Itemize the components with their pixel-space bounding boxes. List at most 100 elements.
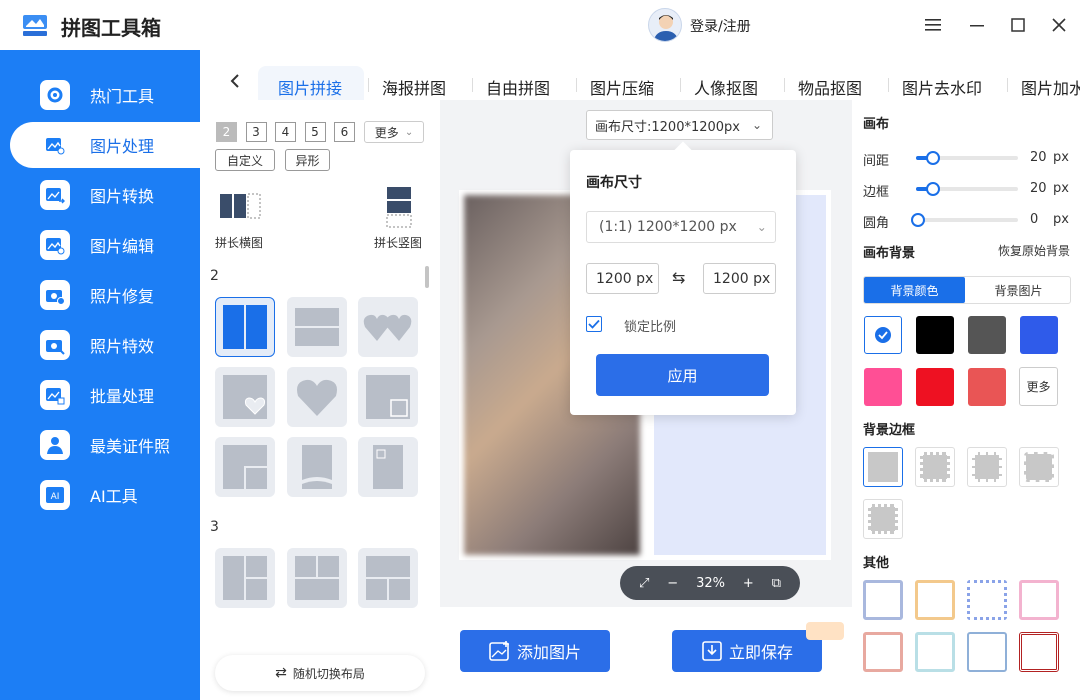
menu-icon[interactable] [921,13,945,37]
color-swatch[interactable] [1020,316,1058,354]
frame-style-6[interactable] [915,632,955,672]
frame-style-1[interactable] [863,580,903,620]
border-style-stamp[interactable] [915,447,955,487]
color-swatch[interactable] [864,368,902,406]
layout-heart-corner[interactable] [215,367,275,427]
sidebar-item-7[interactable]: 最美证件照 [10,422,200,468]
tab-7[interactable]: 图片加水 [1021,75,1080,99]
long-vertical-label[interactable]: 拼长竖图 [374,234,422,251]
zoom-out-icon[interactable]: − [667,576,678,591]
layout-l-shape[interactable] [215,437,275,497]
save-button[interactable]: 立即保存 [672,630,822,672]
preset-select[interactable]: (1:1) 1200*1200 px ⌄ [586,211,776,243]
long-horizontal-icon[interactable] [219,193,261,223]
minimize-icon[interactable] [965,13,989,37]
border-style-plain[interactable] [863,447,903,487]
slider-knob[interactable] [926,151,940,165]
layout-three-c[interactable] [358,548,418,608]
scrollbar[interactable] [425,266,429,288]
frame-style-2[interactable] [915,580,955,620]
image-count-4[interactable]: 4 [275,122,296,142]
tab-5[interactable]: 物品抠图 [798,75,862,99]
color-swatch[interactable] [864,316,902,354]
canvas-size-label: 画布尺寸:1200*1200px [595,119,740,135]
height-input[interactable] [703,263,776,294]
image-count-2[interactable]: 2 [216,122,237,142]
tab-2[interactable]: 自由拼图 [486,75,550,99]
maximize-icon[interactable] [1006,13,1030,37]
tab-separator [576,78,577,92]
frame-style-8[interactable] [1019,632,1059,672]
width-input[interactable] [586,263,659,294]
layout-hearts[interactable] [358,297,418,357]
long-vertical-icon[interactable] [386,186,412,232]
frame-style-4[interactable] [1019,580,1059,620]
custom-button[interactable]: 自定义 [215,149,275,171]
color-swatch[interactable] [968,368,1006,406]
tab-1[interactable]: 海报拼图 [382,75,446,99]
add-image-button[interactable]: 添加图片 [460,630,610,672]
layout-three-a[interactable] [215,548,275,608]
sidebar-item-0[interactable]: 热门工具 [10,72,200,118]
color-swatch[interactable] [916,368,954,406]
frame-style-5[interactable] [863,632,903,672]
sidebar-item-3[interactable]: 图片编辑 [10,222,200,268]
layout-tall-inset[interactable] [358,437,418,497]
more-colors-button[interactable]: 更多 [1019,367,1058,406]
apply-button[interactable]: 应用 [596,354,769,396]
zoom-in-icon[interactable]: + [743,576,754,591]
close-icon[interactable] [1047,13,1071,37]
check-icon [588,319,600,329]
slider-knob[interactable] [911,213,925,227]
tab-0[interactable]: 图片拼接 [278,75,342,99]
tab-bg-color[interactable]: 背景颜色 [864,277,965,303]
swap-icon[interactable]: ⇆ [672,268,685,287]
layout-square-inset[interactable] [358,367,418,427]
layout-three-b[interactable] [287,548,347,608]
border-style-zigzag[interactable] [967,447,1007,487]
tab-bg-image[interactable]: 背景图片 [967,277,1070,303]
slider-track[interactable] [916,218,1018,222]
layout-two-rows[interactable] [287,297,347,357]
back-icon[interactable] [220,66,250,96]
color-swatch[interactable] [968,316,1006,354]
image-count-5[interactable]: 5 [304,122,326,142]
random-layout-button[interactable]: ⇄ 随机切换布局 [215,655,425,691]
image-count-6[interactable]: 6 [334,122,355,142]
tab-6[interactable]: 图片去水印 [902,75,982,99]
sidebar-item-6[interactable]: 批量处理 [10,372,200,418]
long-horizontal-label[interactable]: 拼长横图 [215,234,263,251]
layout-two-columns[interactable] [215,297,275,357]
tab-3[interactable]: 图片压缩 [590,75,654,99]
slider-knob[interactable] [926,182,940,196]
slider-value: 20 [1030,181,1047,196]
login-link[interactable]: 登录/注册 [690,16,751,36]
tab-4[interactable]: 人像抠图 [694,75,758,99]
section-2-label: 2 [210,268,219,284]
lock-ratio-checkbox[interactable] [586,316,602,332]
frame-style-7[interactable] [967,632,1007,672]
layout-curve[interactable] [287,437,347,497]
layout-heart[interactable] [287,367,347,427]
border-style-wave[interactable] [1019,447,1059,487]
sidebar-item-8[interactable]: AI AI工具 [10,472,200,518]
sidebar-item-4[interactable]: 照片修复 [10,272,200,318]
more-counts-dropdown[interactable]: 更多 ⌄ [364,121,424,143]
sidebar-item-2[interactable]: 图片转换 [10,172,200,218]
frame-style-3[interactable] [967,580,1007,620]
color-swatch[interactable] [916,316,954,354]
batch-icon [40,380,70,410]
avatar[interactable] [648,8,682,42]
image-count-3[interactable]: 3 [245,122,267,142]
lock-ratio-label: 锁定比例 [624,320,677,335]
sidebar-item-1[interactable]: 图片处理 [10,122,200,168]
sidebar-item-5[interactable]: 照片特效 [10,322,200,368]
app-logo-icon [23,15,47,36]
fullscreen-icon[interactable]: ⧉ [772,576,781,591]
border-style-scallop[interactable] [863,499,903,539]
tab-separator [472,78,473,92]
canvas-size-select[interactable]: 画布尺寸:1200*1200px ⌄ [586,110,773,140]
restore-bg-link[interactable]: 恢复原始背景 [998,242,1070,259]
special-shape-button[interactable]: 异形 [285,149,330,171]
fit-icon[interactable]: ⤢ [639,576,649,591]
